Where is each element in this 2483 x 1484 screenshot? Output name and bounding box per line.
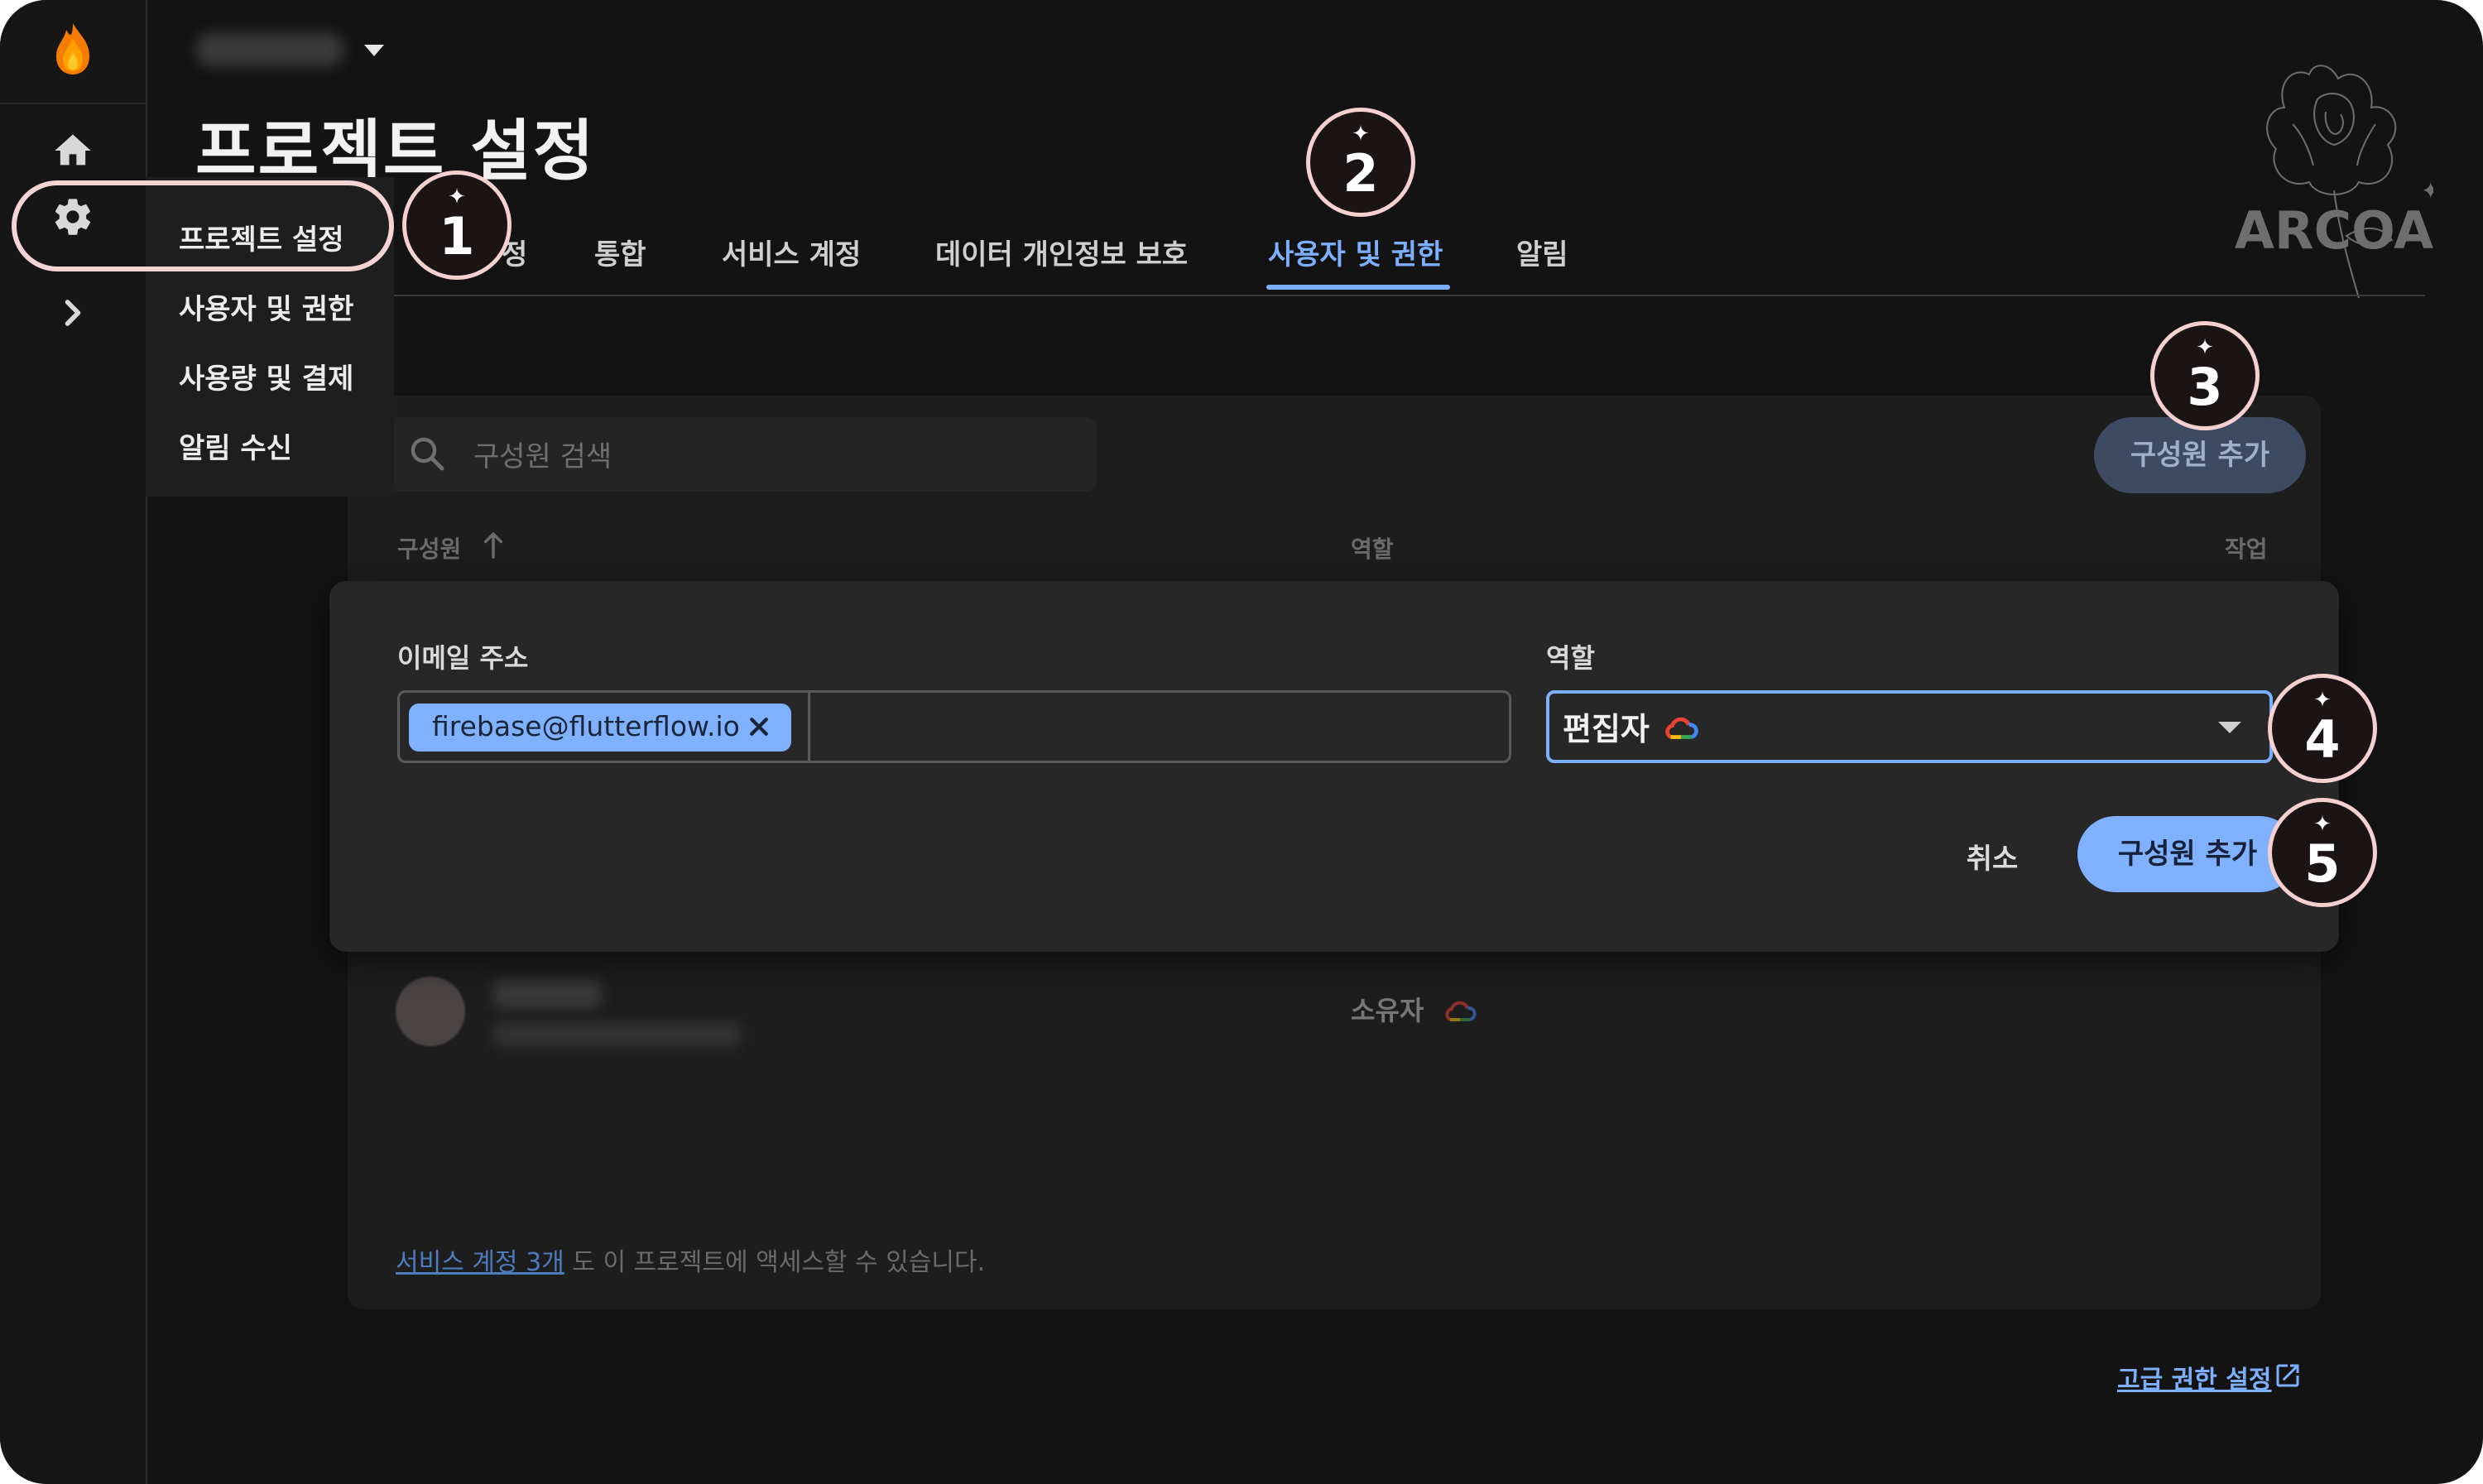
tab-data-privacy[interactable]: 데이터 개인정보 보호 — [935, 232, 1188, 272]
google-cloud-icon — [1665, 717, 1698, 739]
advanced-permissions-link[interactable]: 고급 권한 설정 — [2117, 1359, 2272, 1395]
svg-text:✦: ✦ — [2421, 177, 2433, 204]
member-email-blurred — [493, 1023, 742, 1046]
step-badge-1: ✦ 1 — [402, 170, 511, 280]
step-number: 4 — [2304, 709, 2341, 770]
email-chip-text: firebase@flutterflow.io — [432, 710, 740, 742]
firebase-logo-icon[interactable] — [48, 20, 98, 78]
role-select[interactable] — [1546, 690, 2273, 763]
email-field-divider — [808, 690, 810, 763]
step-number: 2 — [1342, 143, 1379, 204]
remove-chip-close-icon[interactable] — [747, 710, 771, 743]
role-label: 역할 — [1546, 642, 1595, 674]
project-name-blurred[interactable] — [195, 33, 344, 66]
service-accounts-note: 서비스 계정 3개 도 이 프로젝트에 액세스할 수 있습니다. — [396, 1241, 985, 1278]
step-number: 3 — [2187, 357, 2223, 417]
active-tab-indicator — [1266, 285, 1450, 290]
role-select-value: 편집자 — [1563, 711, 1650, 747]
role-dropdown-caret-icon[interactable] — [2218, 722, 2241, 733]
email-label: 이메일 주소 — [397, 642, 529, 674]
home-icon[interactable] — [51, 129, 94, 172]
menu-item-users-permissions[interactable]: 사용자 및 권한 — [179, 286, 353, 327]
step-badge-2: ✦ 2 — [1306, 108, 1415, 217]
step-badge-4: ✦ 4 — [2268, 674, 2377, 783]
step-1-highlight — [12, 180, 394, 271]
project-dropdown-caret-icon[interactable] — [364, 45, 384, 56]
expand-chevron-icon[interactable] — [51, 291, 94, 334]
column-header-role: 역할 — [1351, 535, 1394, 563]
tab-users-permissions[interactable]: 사용자 및 권한 — [1268, 232, 1443, 272]
tab-integrations[interactable]: 통합 — [594, 232, 646, 272]
menu-item-notifications[interactable]: 알림 수신 — [179, 425, 292, 466]
step-badge-3: ✦ 3 — [2150, 321, 2260, 430]
search-placeholder: 구성원 검색 — [473, 440, 612, 473]
step-number: 1 — [439, 206, 475, 267]
step-number: 5 — [2304, 833, 2341, 894]
cancel-button[interactable]: 취소 — [1947, 836, 2038, 882]
search-icon — [411, 437, 444, 471]
service-accounts-link[interactable]: 서비스 계정 3개 — [396, 1248, 564, 1277]
external-link-icon[interactable] — [2273, 1361, 2303, 1390]
google-cloud-icon — [1445, 1001, 1477, 1021]
app-window: 프로젝트 설정 ARCOA ✦ 정 통합 서비스 계정 데이터 개인정보 보호 … — [0, 0, 2483, 1484]
column-header-member[interactable]: 구성원 — [397, 531, 461, 564]
sort-arrow-up-icon[interactable] — [482, 530, 505, 560]
service-accounts-text: 도 이 프로젝트에 액세스할 수 있습니다. — [572, 1248, 986, 1277]
member-role: 소유자 — [1351, 995, 1424, 1026]
tab-notifications[interactable]: 알림 — [1516, 232, 1568, 272]
rail-logo-area — [0, 0, 146, 104]
member-name-blurred — [493, 980, 601, 1008]
tab-service-accounts[interactable]: 서비스 계정 — [722, 232, 861, 272]
column-header-action: 작업 — [2225, 535, 2268, 563]
add-member-dialog — [329, 581, 2339, 952]
step-badge-5: ✦ 5 — [2268, 798, 2377, 907]
menu-item-usage-billing[interactable]: 사용량 및 결제 — [179, 356, 353, 396]
add-member-submit-button[interactable]: 구성원 추가 — [2077, 816, 2298, 892]
avatar — [396, 977, 465, 1046]
